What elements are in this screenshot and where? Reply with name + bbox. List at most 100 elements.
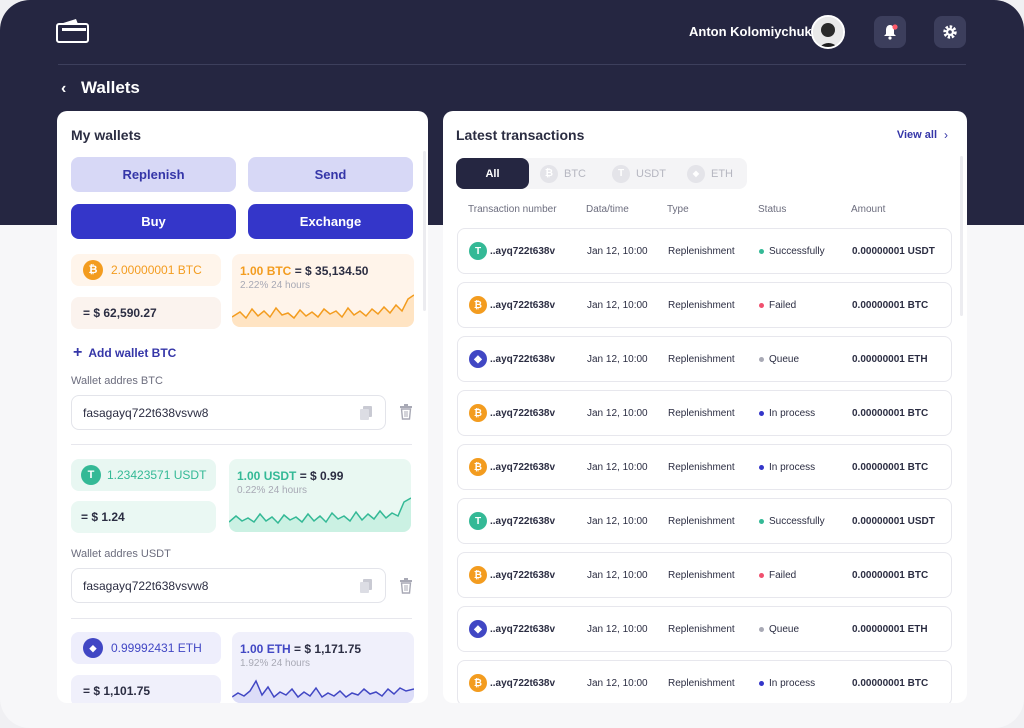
transaction-type: Replenishment (668, 462, 735, 473)
table-row[interactable]: ₿ ..ayq722t638v Jan 12, 10:00 Replenishment… (457, 444, 952, 490)
table-row[interactable]: ₿ ..ayq722t638v Jan 12, 10:00 Replenishment… (457, 552, 952, 598)
transaction-status: In process (759, 408, 815, 419)
transaction-type: Replenishment (668, 354, 735, 365)
usdt-rate-prefix: 1.00 USDT (237, 469, 297, 483)
transaction-status: Queue (759, 624, 799, 635)
transaction-number: ..ayq722t638v (490, 354, 556, 365)
transaction-amount: 0.00000001 USDT (852, 516, 935, 527)
usdt-sparkline (229, 497, 411, 532)
tab-btc[interactable]: ₿ BTC (540, 158, 586, 189)
btc-coin-icon: ₿ (469, 566, 487, 584)
transaction-type: Replenishment (668, 408, 735, 419)
btc-rate: 1.00 BTC = $ 35,134.50 (240, 264, 368, 278)
trash-icon[interactable] (399, 404, 413, 420)
table-row[interactable]: T ..ayq722t638v Jan 12, 10:00 Replenishment… (457, 498, 952, 544)
eth-coin-icon: ◆ (469, 620, 487, 638)
status-dot (759, 680, 764, 686)
transaction-amount: 0.00000001 BTC (852, 678, 929, 689)
header-divider (58, 64, 966, 65)
btc-address-field[interactable]: fasagayq722t638vsvw8 (71, 395, 386, 430)
notification-dot (892, 24, 898, 30)
usdt-coin-icon: T (469, 512, 487, 530)
table-row[interactable]: ₿ ..ayq722t638v Jan 12, 10:00 Replenishment… (457, 660, 952, 703)
btc-rate-chart: 1.00 BTC = $ 35,134.50 2.22% 24 hours (232, 254, 414, 327)
usdt-address-field[interactable]: fasagayq722t638vsvw8 (71, 568, 386, 603)
transaction-number: ..ayq722t638v (490, 624, 556, 635)
coin-filter-tabs: All ₿ BTC T USDT ◆ ETH (456, 158, 747, 189)
usdt-balance: 1.23423571 USDT (107, 468, 207, 482)
transaction-amount: 0.00000001 BTC (852, 300, 929, 311)
copy-icon[interactable] (359, 578, 373, 594)
wallet-logo-icon[interactable] (56, 18, 90, 44)
eth-fiat-value: = $ 1,101.75 (83, 684, 151, 698)
gear-icon (943, 25, 957, 39)
eth-coin-icon: ◆ (469, 350, 487, 368)
transaction-number: ..ayq722t638v (490, 300, 556, 311)
wallet-divider (71, 618, 412, 619)
tab-eth[interactable]: ◆ ETH (687, 158, 733, 189)
btc-coin-icon: ₿ (469, 674, 487, 692)
copy-icon[interactable] (359, 405, 373, 421)
send-button[interactable]: Send (248, 157, 413, 192)
bell-icon (884, 24, 898, 40)
transaction-amount: 0.00000001 USDT (852, 246, 935, 257)
status-dot (759, 464, 764, 470)
eth-sparkline (232, 679, 414, 703)
trash-icon[interactable] (399, 578, 413, 594)
table-row[interactable]: ◆ ..ayq722t638v Jan 12, 10:00 Replenishment… (457, 606, 952, 652)
eth-rate-chart: 1.00 ETH = $ 1,171.75 1.92% 24 hours (232, 632, 414, 703)
transaction-number: ..ayq722t638v (490, 408, 556, 419)
usdt-fiat-value: = $ 1.24 (81, 510, 125, 524)
my-wallets-panel: My wallets Replenish Send Buy Exchange ₿… (57, 111, 428, 703)
transaction-amount: 0.00000001 BTC (852, 462, 929, 473)
status-dot (759, 248, 764, 254)
table-row[interactable]: T ..ayq722t638v Jan 12, 10:00 Replenishment… (457, 228, 952, 274)
add-wallet-btc-link[interactable]: + Add wallet BTC (73, 344, 176, 362)
btc-coin-icon: ₿ (469, 404, 487, 422)
transaction-status: Failed (759, 300, 796, 311)
view-all-link[interactable]: View all (897, 129, 937, 141)
btc-balance-pill: ₿ 2.00000001 BTC (71, 254, 221, 286)
table-row[interactable]: ₿ ..ayq722t638v Jan 12, 10:00 Replenishment… (457, 282, 952, 328)
transaction-type: Replenishment (668, 678, 735, 689)
btc-coin-icon: ₿ (469, 296, 487, 314)
replenish-button[interactable]: Replenish (71, 157, 236, 192)
table-row[interactable]: ◆ ..ayq722t638v Jan 12, 10:00 Replenishment… (457, 336, 952, 382)
settings-button[interactable] (934, 16, 966, 48)
notifications-button[interactable] (874, 16, 906, 48)
col-type: Type (667, 204, 689, 215)
usdt-address-value: fasagayq722t638vsvw8 (83, 579, 209, 593)
transaction-status: In process (759, 462, 815, 473)
buy-button[interactable]: Buy (71, 204, 236, 239)
status-dot (759, 410, 764, 416)
transaction-type: Replenishment (668, 516, 735, 527)
transaction-number: ..ayq722t638v (490, 462, 556, 473)
transaction-amount: 0.00000001 ETH (852, 354, 928, 365)
transaction-type: Replenishment (668, 300, 735, 311)
transactions-title: Latest transactions (456, 127, 585, 143)
chevron-right-icon[interactable]: › (944, 128, 948, 142)
transaction-status: Failed (759, 570, 796, 581)
col-status: Status (758, 204, 787, 215)
transaction-date: Jan 12, 10:00 (587, 246, 648, 257)
col-amount: Amount (851, 204, 886, 215)
usdt-coin-icon: T (81, 465, 101, 485)
back-icon[interactable]: ‹ (61, 80, 66, 98)
my-wallets-title: My wallets (71, 127, 142, 143)
table-row[interactable]: ₿ ..ayq722t638v Jan 12, 10:00 Replenishment… (457, 390, 952, 436)
avatar[interactable] (811, 15, 845, 49)
eth-rate-value: = $ 1,171.75 (294, 642, 362, 656)
left-scrollbar[interactable] (423, 151, 426, 311)
exchange-button[interactable]: Exchange (248, 204, 413, 239)
transaction-date: Jan 12, 10:00 (587, 354, 648, 365)
transaction-amount: 0.00000001 ETH (852, 624, 928, 635)
transaction-number: ..ayq722t638v (490, 516, 556, 527)
tab-all[interactable]: All (456, 158, 529, 189)
user-name[interactable]: Anton Kolomiychuk (689, 24, 812, 40)
usdt-rate: 1.00 USDT = $ 0.99 (237, 469, 343, 483)
usdt-rate-chart: 1.00 USDT = $ 0.99 0.22% 24 hours (229, 459, 411, 532)
btc-fiat-value: = $ 62,590.27 (83, 306, 157, 320)
usdt-rate-value: = $ 0.99 (299, 469, 344, 483)
tab-usdt[interactable]: T USDT (612, 158, 666, 189)
transactions-scrollbar[interactable] (960, 156, 963, 316)
